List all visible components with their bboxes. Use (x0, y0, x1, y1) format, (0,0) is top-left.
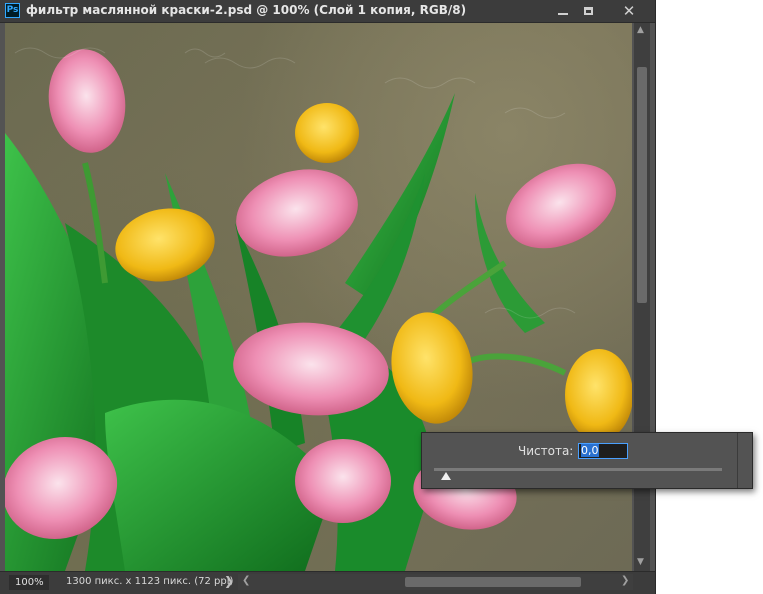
purity-value: 0,0 (581, 444, 599, 457)
document-title: фильтр масляннoй краски-2.psd @ 100% (Сл… (26, 3, 467, 17)
vertical-scroll-thumb[interactable] (637, 67, 647, 303)
close-icon: ✕ (622, 1, 636, 20)
horizontal-scroll-thumb[interactable] (405, 577, 581, 587)
photoshop-icon: Ps (5, 3, 20, 18)
document-info: 1300 пикс. x 1123 пикс. (72 ppi) (66, 576, 234, 587)
close-button[interactable]: ✕ (610, 0, 648, 22)
title-bar[interactable]: Ps фильтр масляннoй краски-2.psd @ 100% … (0, 0, 655, 23)
status-bar: 100% 1300 пикс. x 1123 пикс. (72 ppi) ❯ … (0, 571, 655, 594)
zoom-field[interactable]: 100% (9, 575, 49, 590)
scroll-right-icon[interactable]: ❯ (621, 575, 629, 586)
popup-divider (737, 433, 738, 488)
purity-input[interactable]: 0,0 (578, 443, 628, 459)
purity-label: Чистота: (518, 444, 574, 458)
status-menu-arrow-icon[interactable]: ❯ (224, 574, 234, 588)
maximize-icon (583, 7, 593, 15)
maximize-button[interactable] (573, 0, 603, 22)
scroll-left-icon[interactable]: ❮ (242, 575, 250, 586)
purity-slider-popup: Чистота: 0,0 (421, 432, 753, 489)
document-window: Ps фильтр масляннoй краски-2.psd @ 100% … (0, 0, 655, 594)
purity-slider-track[interactable] (434, 468, 722, 471)
purity-slider-thumb[interactable] (441, 472, 451, 480)
minimize-icon (558, 13, 568, 15)
horizontal-scrollbar[interactable]: ❮ ❯ (238, 574, 633, 590)
scroll-up-icon[interactable]: ▲ (637, 25, 644, 35)
scroll-down-icon[interactable]: ▼ (637, 557, 644, 567)
